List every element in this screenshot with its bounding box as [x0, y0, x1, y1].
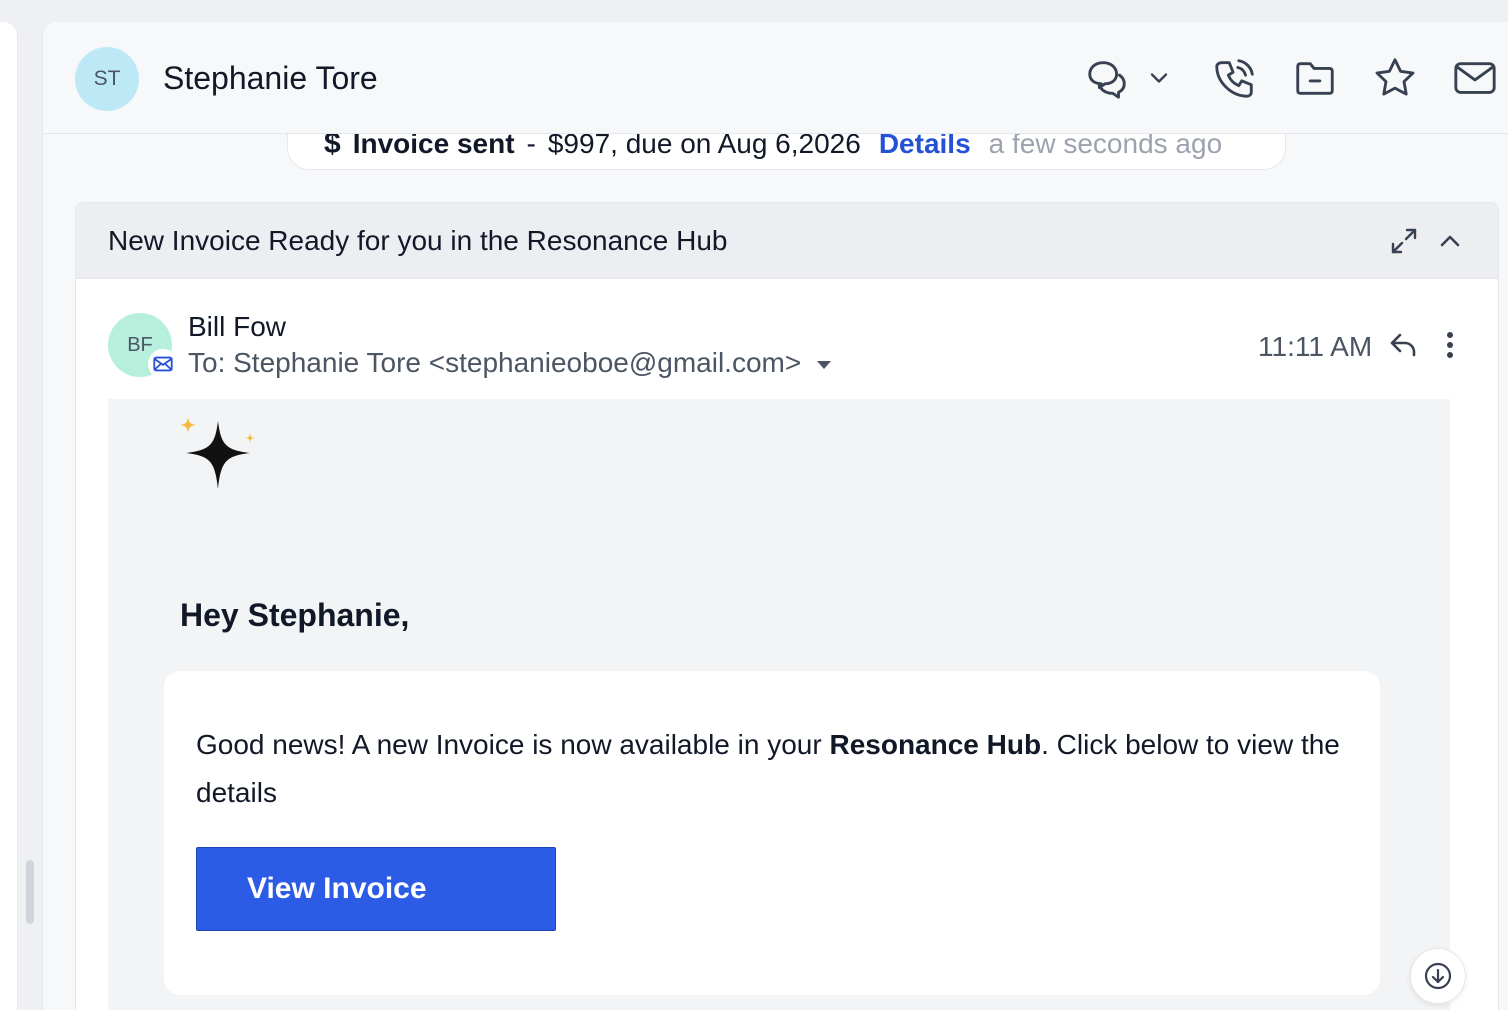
sender-name: Bill Fow [188, 311, 287, 342]
thread-subject: New Invoice Ready for you in the Resonan… [108, 225, 728, 256]
arrow-down-circle-icon [1424, 962, 1452, 990]
folder-icon[interactable] [1289, 52, 1341, 104]
phone-icon[interactable] [1209, 52, 1261, 104]
more-options-icon[interactable] [1436, 327, 1464, 363]
email-thread: New Invoice Ready for you in the Resonan… [75, 202, 1499, 1010]
message-header: BF Bill Fow To: Stephanie Tore <stephani… [76, 279, 1498, 399]
scroll-to-bottom-button[interactable] [1410, 948, 1466, 1004]
left-scrollbar[interactable] [26, 860, 34, 924]
conversation-icon[interactable] [1081, 52, 1133, 104]
recipient-line[interactable]: To: Stephanie Tore <stephanieoboe@gmail.… [188, 347, 832, 379]
email-channel-icon [148, 349, 178, 379]
caret-down-icon[interactable] [817, 361, 832, 369]
sparkle-icon [180, 417, 255, 489]
contact-avatar[interactable]: ST [75, 47, 139, 111]
email-text-bold: Resonance Hub [829, 729, 1042, 760]
expand-icon[interactable] [1388, 225, 1420, 257]
conversation-header: ST Stephanie Tore [43, 22, 1508, 134]
chevron-down-icon[interactable] [1139, 52, 1179, 104]
left-panel [0, 22, 18, 1010]
email-content-card: Good news! A new Invoice is now availabl… [164, 671, 1380, 995]
chevron-up-icon[interactable] [1434, 225, 1466, 257]
email-message: Good news! A new Invoice is now availabl… [196, 721, 1346, 817]
view-invoice-button[interactable]: View Invoice [196, 847, 556, 931]
message-time: 11:11 AM [1258, 331, 1373, 362]
email-body: Hey Stephanie, Good news! A new Invoice … [108, 399, 1450, 1010]
conversation-panel: ST Stephanie Tore $ Invoice sent - $997,… [42, 22, 1508, 1010]
email-text-before: Good news! A new Invoice is now availabl… [196, 729, 830, 760]
contact-name[interactable]: Stephanie Tore [163, 60, 378, 97]
star-icon[interactable] [1369, 52, 1421, 104]
mail-icon[interactable] [1449, 52, 1501, 104]
thread-header[interactable]: New Invoice Ready for you in the Resonan… [76, 203, 1498, 279]
email-greeting: Hey Stephanie, [180, 597, 410, 633]
reply-icon[interactable] [1386, 327, 1422, 363]
recipient-text: To: Stephanie Tore <stephanieoboe@gmail.… [188, 347, 802, 378]
